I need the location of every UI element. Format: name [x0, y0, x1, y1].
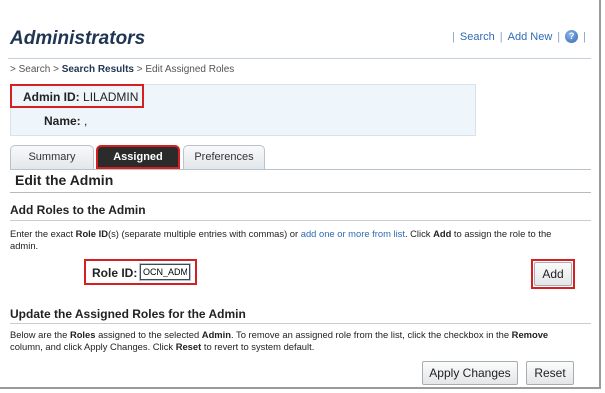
page-title: Administrators	[10, 28, 146, 49]
instr-bold: Role ID	[75, 228, 108, 239]
add-roles-heading: Add Roles to the Admin	[10, 203, 146, 217]
add-roles-instructions: Enter the exact Role ID(s) (separate mul…	[10, 228, 582, 252]
tab-preferences[interactable]: Preferences	[183, 145, 265, 169]
reset-button[interactable]: Reset	[526, 361, 574, 385]
breadcrumb-search-results[interactable]: Search Results	[62, 64, 134, 75]
apply-changes-button[interactable]: Apply Changes	[422, 361, 518, 385]
header-divider	[8, 58, 591, 59]
role-id-label: Role ID:	[92, 266, 138, 280]
link-separator: |	[583, 30, 586, 43]
header-links: | Search | Add New | ? |	[447, 30, 591, 43]
admin-name-label: Name:	[44, 114, 81, 128]
breadcrumb-current: > Edit Assigned Roles	[133, 64, 235, 75]
instr-bold: Roles	[69, 329, 96, 340]
instr-text: column, and click Apply Changes. Click	[10, 341, 176, 352]
page-header: Administrators | Search | Add New | ? |	[0, 22, 599, 58]
instr-text: to revert to system default.	[201, 341, 315, 352]
link-separator: |	[557, 30, 561, 43]
update-roles-heading: Update the Assigned Roles for the Admin	[10, 307, 246, 321]
instr-bold: Remove	[511, 329, 549, 340]
search-link[interactable]: Search	[460, 31, 495, 43]
add-button[interactable]: Add	[534, 262, 572, 286]
admin-id-value: LILADMIN	[83, 90, 139, 104]
add-from-list-link[interactable]: add one or more from list	[301, 228, 405, 239]
instr-bold: Add	[433, 228, 452, 239]
add-roles-divider	[10, 220, 591, 221]
instr-bold: Admin	[201, 329, 231, 340]
breadcrumb-prefix[interactable]: > Search >	[10, 64, 62, 75]
instr-text: Enter the exact	[10, 228, 76, 239]
section-divider	[10, 192, 591, 193]
app-frame: Administrators | Search | Add New | ? | …	[0, 0, 601, 389]
instr-text: . To remove an assigned role from the li…	[230, 329, 512, 340]
add-new-link[interactable]: Add New	[508, 31, 553, 43]
admin-id-label: Admin ID:	[23, 90, 80, 104]
link-separator: |	[499, 30, 503, 43]
admin-id-highlight: Admin ID: LILADMIN	[10, 84, 144, 108]
link-separator: |	[452, 30, 455, 43]
instr-text: (s) (separate multiple entries with comm…	[107, 228, 301, 239]
admin-name-value: ,	[84, 114, 88, 128]
breadcrumb: > Search > Search Results > Edit Assigne…	[10, 64, 234, 75]
help-icon[interactable]: ?	[565, 30, 579, 43]
tab-assigned-roles[interactable]: Assigned Roles	[96, 145, 180, 183]
tab-bar-divider	[10, 169, 591, 170]
role-id-input[interactable]	[139, 263, 191, 281]
instr-text: Below are the	[10, 329, 70, 340]
instr-text: assigned to the selected	[95, 329, 202, 340]
update-roles-divider	[10, 323, 591, 324]
instr-text: . Click	[404, 228, 434, 239]
admin-name-row: Name: ,	[44, 114, 87, 128]
tab-summary[interactable]: Summary	[10, 145, 94, 169]
edit-admin-title: Edit the Admin	[15, 172, 114, 188]
update-roles-instructions: Below are the Roles assigned to the sele…	[10, 329, 582, 353]
instr-bold: Reset	[175, 341, 202, 352]
